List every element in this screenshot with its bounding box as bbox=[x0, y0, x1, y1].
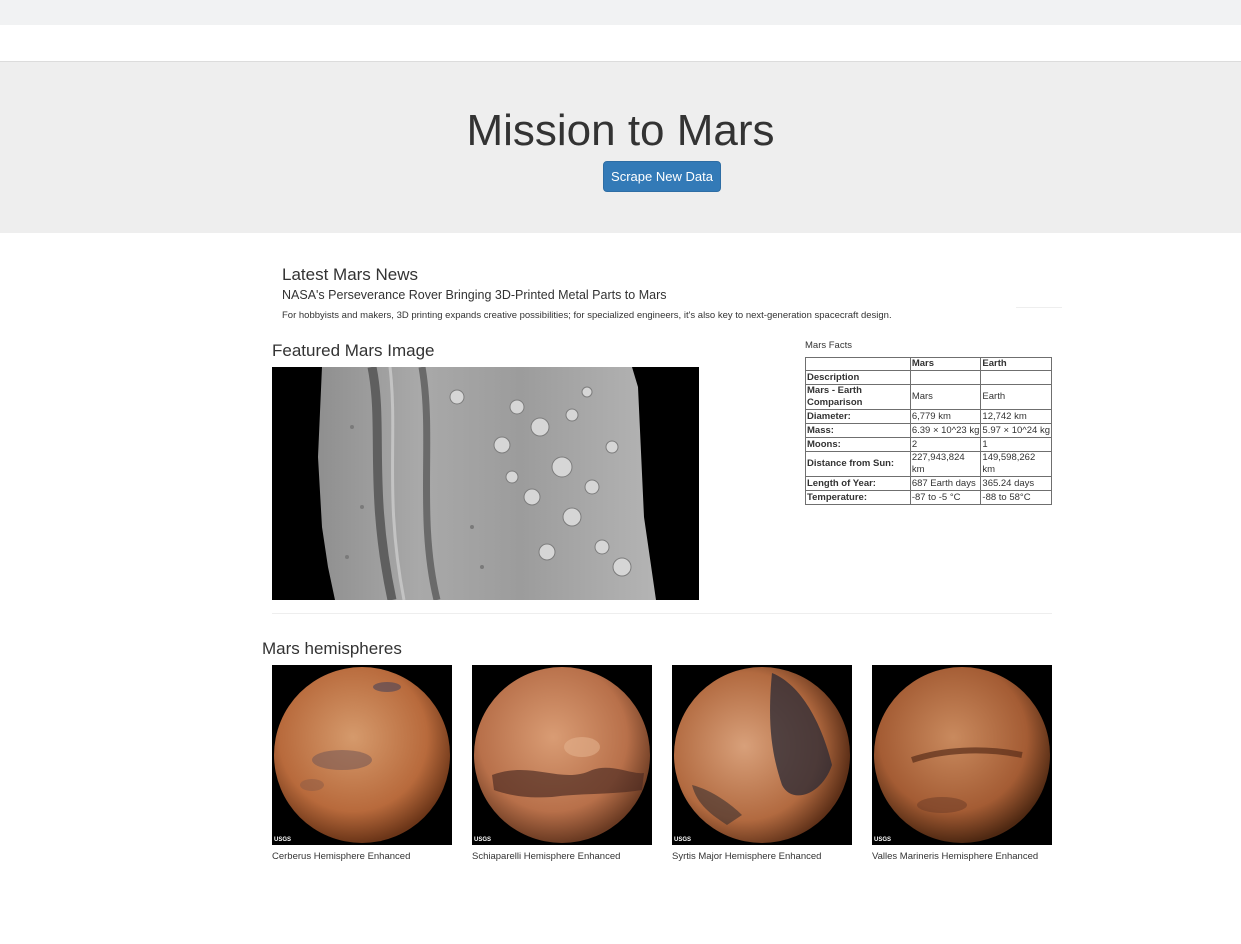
cerberus-globe-graphic bbox=[274, 667, 450, 843]
table-row: Distance from Sun: 227,943,824 km 149,59… bbox=[805, 451, 1052, 477]
hemisphere-caption[interactable]: Cerberus Hemisphere Enhanced bbox=[272, 851, 452, 862]
section-divider bbox=[272, 613, 1052, 614]
mars-value: 687 Earth days bbox=[909, 476, 982, 491]
table-row: Moons: 2 1 bbox=[805, 437, 1052, 452]
valles-marineris-hemisphere-image[interactable]: USGS bbox=[872, 665, 1052, 845]
table-row: Diameter: 6,779 km 12,742 km bbox=[805, 409, 1052, 424]
hemisphere-card-valles-marineris[interactable]: USGS Valles Marineris Hemisphere Enhance… bbox=[872, 665, 1052, 862]
mars-value: 6.39 × 10^23 kg bbox=[909, 423, 982, 438]
earth-value: 1 bbox=[980, 437, 1052, 452]
row-label: Moons: bbox=[805, 437, 911, 452]
hemisphere-caption[interactable]: Schiaparelli Hemisphere Enhanced bbox=[472, 851, 652, 862]
earth-value: -88 to 58°C bbox=[980, 490, 1052, 505]
hemisphere-card-schiaparelli[interactable]: USGS Schiaparelli Hemisphere Enhanced bbox=[472, 665, 652, 862]
table-row: Temperature: -87 to -5 °C -88 to 58°C bbox=[805, 490, 1052, 505]
hemisphere-caption[interactable]: Syrtis Major Hemisphere Enhanced bbox=[672, 851, 852, 862]
latest-news-heading: Latest Mars News bbox=[282, 265, 419, 284]
table-row: Description bbox=[805, 370, 1052, 385]
mars-value: Mars bbox=[909, 384, 982, 410]
facts-header-blank bbox=[805, 357, 911, 371]
schiaparelli-globe-graphic bbox=[474, 667, 650, 843]
jumbotron-header: Mission to Mars Scrape New Data bbox=[0, 61, 1241, 233]
mars-value: 6,779 km bbox=[909, 409, 982, 424]
earth-value: 365.24 days bbox=[980, 476, 1052, 491]
mars-value: 2 bbox=[909, 437, 982, 452]
scrape-new-data-button[interactable]: Scrape New Data bbox=[603, 161, 721, 192]
earth-value: 149,598,262 km bbox=[980, 451, 1052, 477]
schiaparelli-hemisphere-image[interactable]: USGS bbox=[472, 665, 652, 845]
hemisphere-card-syrtis-major[interactable]: USGS Syrtis Major Hemisphere Enhanced bbox=[672, 665, 852, 862]
row-label: Mass: bbox=[805, 423, 911, 438]
mars-value: -87 to -5 °C bbox=[909, 490, 982, 505]
hemispheres-heading: Mars hemispheres bbox=[262, 639, 402, 658]
hemisphere-card-cerberus[interactable]: USGS Cerberus Hemisphere Enhanced bbox=[272, 665, 452, 862]
syrtis-major-globe-graphic bbox=[674, 667, 850, 843]
earth-value: Earth bbox=[980, 384, 1052, 410]
syrtis-major-hemisphere-image[interactable]: USGS bbox=[672, 665, 852, 845]
mars-value bbox=[909, 370, 982, 385]
news-teaser: For hobbyists and makers, 3D printing ex… bbox=[282, 310, 892, 321]
mars-facts-table: Mars Earth Description Mars - Earth Comp… bbox=[805, 357, 1052, 505]
row-label: Description bbox=[805, 370, 911, 385]
row-label: Length of Year: bbox=[805, 476, 911, 491]
mars-facts-caption: Mars Facts bbox=[805, 340, 852, 351]
cerberus-hemisphere-image[interactable]: USGS bbox=[272, 665, 452, 845]
news-divider bbox=[1016, 307, 1062, 308]
news-headline: NASA's Perseverance Rover Bringing 3D-Pr… bbox=[282, 288, 667, 302]
row-label: Temperature: bbox=[805, 490, 911, 505]
mars-value: 227,943,824 km bbox=[909, 451, 982, 477]
valles-marineris-globe-graphic bbox=[874, 667, 1050, 843]
row-label: Distance from Sun: bbox=[805, 451, 911, 477]
facts-header-earth: Earth bbox=[980, 357, 1052, 371]
usgs-logo: USGS bbox=[674, 837, 692, 843]
usgs-logo: USGS bbox=[274, 837, 292, 843]
table-row: Mass: 6.39 × 10^23 kg 5.97 × 10^24 kg bbox=[805, 423, 1052, 438]
facts-header-mars: Mars bbox=[909, 357, 982, 371]
featured-mars-surface-graphic bbox=[318, 367, 656, 600]
browser-top-strip bbox=[0, 0, 1241, 25]
earth-value: 5.97 × 10^24 kg bbox=[980, 423, 1052, 438]
featured-mars-image bbox=[272, 367, 699, 600]
earth-value: 12,742 km bbox=[980, 409, 1052, 424]
row-label: Diameter: bbox=[805, 409, 911, 424]
earth-value bbox=[980, 370, 1052, 385]
table-row: Mars - Earth Comparison Mars Earth bbox=[805, 384, 1052, 410]
usgs-logo: USGS bbox=[474, 837, 492, 843]
row-label: Mars - Earth Comparison bbox=[805, 384, 911, 410]
hemisphere-caption[interactable]: Valles Marineris Hemisphere Enhanced bbox=[872, 851, 1052, 862]
facts-header-row: Mars Earth bbox=[805, 357, 1052, 371]
table-row: Length of Year: 687 Earth days 365.24 da… bbox=[805, 476, 1052, 491]
usgs-logo: USGS bbox=[874, 837, 892, 843]
page-title: Mission to Mars bbox=[466, 106, 775, 155]
featured-image-heading: Featured Mars Image bbox=[272, 341, 435, 360]
